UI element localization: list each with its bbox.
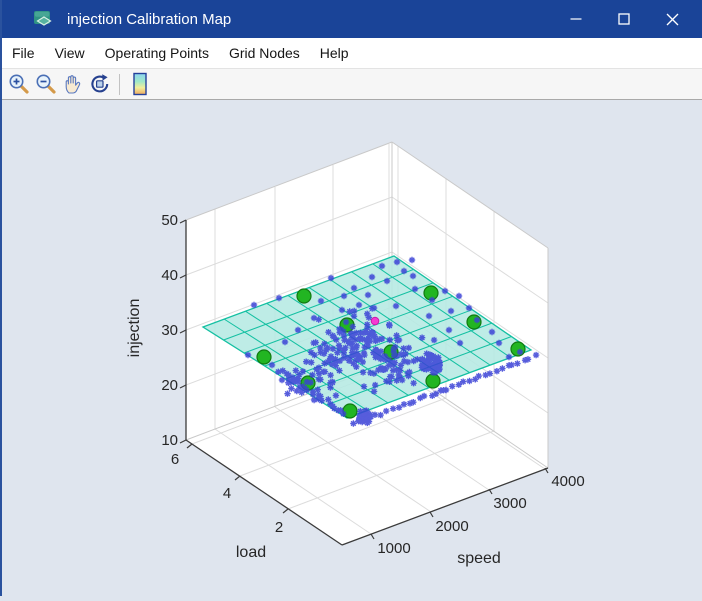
pan-hand-icon [61,72,85,96]
minimize-icon [570,13,582,25]
figure-area: 50 40 30 20 10 6 4 2 1000 2000 3000 4000… [2,100,702,596]
speed-tick-2000: 2000 [435,518,468,535]
app-icon [33,8,55,30]
grid-node-point [257,350,271,364]
load-tick-2: 2 [275,519,283,536]
maximize-button[interactable] [600,0,648,38]
zoom-out-icon [34,72,58,96]
zoom-in-icon [7,72,31,96]
z-axis-title: injection [126,299,143,358]
calibration-map-3d-plot[interactable]: 50 40 30 20 10 6 4 2 1000 2000 3000 4000… [2,100,702,596]
selected-point [371,317,379,325]
rotate-3d-icon [88,72,112,96]
menu-grid-nodes[interactable]: Grid Nodes [219,39,310,67]
z-tick-30: 30 [161,322,178,339]
x-axis-title: speed [457,550,501,567]
zoom-out-button[interactable] [32,71,59,98]
maximize-icon [618,13,630,25]
menu-file[interactable]: File [2,39,45,67]
grid-node-point [424,286,438,300]
z-tick-10: 10 [161,432,178,449]
close-button[interactable] [648,0,696,38]
load-tick-4: 4 [223,485,231,502]
toolbar-separator [119,74,120,95]
menu-bar: File View Operating Points Grid Nodes He… [2,38,702,69]
z-tick-20: 20 [161,377,178,394]
menu-view[interactable]: View [45,39,95,67]
toolbar [2,69,702,100]
close-icon [666,13,679,26]
rotate-3d-button[interactable] [86,71,113,98]
grid-node-point [297,289,311,303]
insert-colorbar-button[interactable] [126,71,153,98]
pan-button[interactable] [59,71,86,98]
colorbar-icon [128,72,152,96]
z-tick-40: 40 [161,267,178,284]
minimize-button[interactable] [552,0,600,38]
window-title: injection Calibration Map [67,11,552,28]
z-tick-50: 50 [161,212,178,229]
zoom-in-button[interactable] [5,71,32,98]
title-bar: injection Calibration Map [2,0,702,38]
menu-operating-points[interactable]: Operating Points [95,39,219,67]
y-axis-title: load [236,544,266,561]
speed-tick-3000: 3000 [493,495,526,512]
speed-tick-4000: 4000 [551,473,584,490]
speed-tick-1000: 1000 [377,540,410,557]
load-tick-6: 6 [171,451,179,468]
menu-help[interactable]: Help [310,39,359,67]
grid-node-point [426,374,440,388]
